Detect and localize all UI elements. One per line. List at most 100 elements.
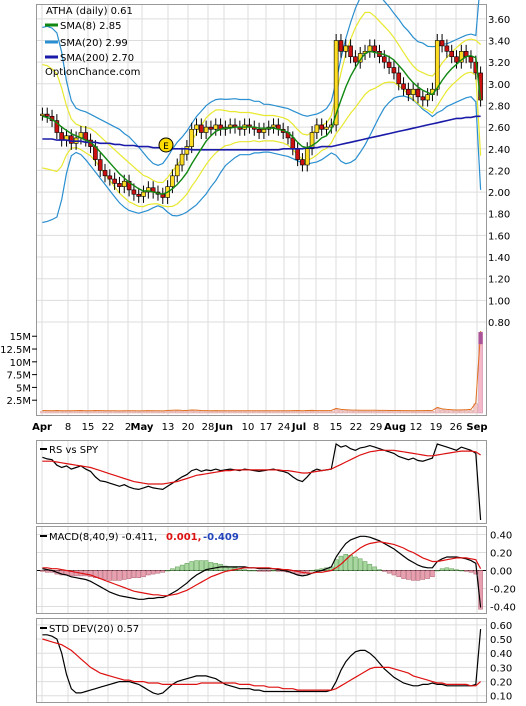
volume-bar	[353, 410, 358, 414]
macd-histogram-bar	[454, 569, 459, 571]
volume-bar	[252, 411, 257, 414]
candle-body	[415, 88, 421, 98]
price-y-tick-label: 3.20	[488, 58, 510, 69]
volume-bar	[367, 411, 373, 414]
volume-bar	[386, 411, 392, 414]
price-y-tick-label: 1.40	[488, 253, 510, 264]
candle-body	[174, 164, 180, 177]
macd-histogram-bar	[459, 570, 464, 572]
macd-signal-value: 0.001,	[166, 532, 201, 543]
volume-bar	[256, 411, 262, 414]
macd-histogram-bar	[444, 567, 450, 571]
volume-bar	[189, 410, 194, 414]
volume-bar	[280, 411, 286, 414]
macd-histogram-bar	[160, 570, 166, 573]
price-y-tick-label: 2.80	[488, 101, 510, 112]
candle-body	[304, 148, 310, 166]
macd-histogram-bar	[439, 568, 445, 571]
x-tick-label: 13	[162, 422, 175, 433]
volume-bar	[160, 411, 166, 414]
x-tick-label: 26	[450, 422, 463, 433]
macd-histogram-bar	[261, 570, 267, 572]
x-tick-label: 17	[260, 422, 273, 433]
macd-histogram-bar	[377, 569, 382, 571]
volume-bar	[338, 410, 344, 414]
candle-body	[189, 128, 194, 147]
macd-histogram-bar	[382, 570, 387, 572]
candle-body	[112, 178, 117, 184]
candle-body	[439, 40, 445, 47]
macd-histogram-bar	[271, 570, 276, 572]
std-y-tick-label: 0.10	[490, 692, 512, 703]
volume-bar	[271, 411, 276, 414]
volume-bar	[261, 411, 267, 414]
candle-body	[68, 135, 74, 144]
macd-y-tick-label: -0.20	[490, 585, 516, 596]
volume-bar	[194, 410, 199, 414]
price-y-tick-label: 2.20	[488, 166, 510, 177]
volume-bar	[276, 411, 281, 414]
volume-bar	[199, 411, 204, 414]
rs-legend-label: RS vs SPY	[49, 445, 99, 456]
price-y-tick-label: 1.20	[488, 275, 510, 286]
volume-bar	[362, 410, 368, 414]
volume-bar	[88, 411, 93, 414]
macd-histogram-bar	[304, 570, 310, 573]
volume-bar	[372, 411, 377, 414]
price-y-tick-label: 3.60	[488, 15, 510, 26]
volume-bar	[319, 411, 324, 414]
volume-bar	[78, 411, 84, 414]
macd-histogram-bar	[122, 570, 127, 580]
macd-histogram-bar	[117, 570, 122, 581]
candle-body	[391, 67, 397, 74]
candle-body	[406, 88, 411, 95]
volume-bar	[266, 411, 271, 414]
volume-bar	[203, 411, 209, 414]
volume-bar	[102, 411, 108, 414]
std-y-tick-label: 0.50	[490, 635, 512, 646]
candle-body	[319, 124, 324, 130]
x-tick-label: Jul	[291, 422, 306, 433]
chart-canvas: Apr 8 15 22 2 May 13 20 28 Jun 10 17 24 Jul 8 15 22 29 Aug…	[0, 0, 516, 703]
volume-bar	[232, 411, 238, 414]
macd-histogram-value: -0.409	[203, 532, 239, 543]
candle-body	[314, 124, 320, 133]
candle-body	[425, 94, 430, 101]
x-tick-label: Apr	[32, 422, 52, 433]
macd-histogram-bar	[372, 566, 377, 571]
macd-histogram-bar	[430, 570, 435, 578]
volume-bar	[117, 411, 122, 414]
macd-histogram-bar	[401, 570, 406, 579]
candle-body	[300, 159, 305, 166]
volume-y-tick-label: 12.5M	[0, 345, 31, 356]
candle-body	[434, 40, 440, 90]
candle-body	[401, 83, 406, 90]
macd-legend: MACD(8,40,9) -0.411, 0.001, -0.409	[40, 532, 239, 543]
earnings-marker: E	[158, 137, 174, 153]
volume-bar	[333, 409, 339, 414]
candle-body	[117, 183, 122, 187]
candle-body	[227, 124, 233, 128]
candle-body	[420, 96, 426, 101]
macd-histogram-bar	[213, 563, 219, 571]
macd-histogram-bar	[256, 570, 262, 572]
candle-body	[261, 128, 267, 133]
volume-bar	[165, 411, 170, 414]
candle-body	[136, 193, 142, 197]
macd-y-tick-label: 0.40	[490, 531, 512, 542]
sma20-legend-label: SMA(20) 2.99	[60, 38, 128, 49]
candle-body	[141, 191, 146, 197]
x-tick-label: 29	[370, 422, 383, 433]
macd-histogram-bar	[179, 564, 185, 571]
macd-histogram-bar	[420, 570, 426, 580]
earnings-marker-label: E	[163, 142, 169, 152]
macd-histogram-bar	[165, 570, 170, 572]
volume-bar	[126, 411, 132, 414]
chart-title: ATHA (daily) 0.61	[46, 6, 133, 17]
price-legend: ATHA (daily) 0.61 SMA(8) 2.85 SMA(20) 2.…	[45, 6, 140, 78]
candle-body	[343, 45, 349, 52]
x-tick-label: 8	[313, 422, 319, 433]
macd-y-tick-label: 0.20	[490, 549, 512, 560]
macd-histogram-bar	[415, 570, 421, 581]
price-y-tick-label: 1.80	[488, 210, 510, 221]
